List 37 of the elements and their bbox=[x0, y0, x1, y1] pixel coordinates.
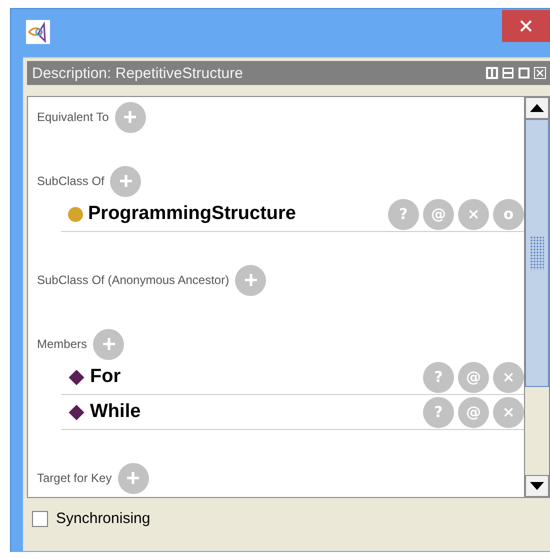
section-label: Members bbox=[37, 337, 88, 351]
panel-title: Description: RepetitiveStructure bbox=[32, 64, 244, 82]
section-label: SubClass Of (Anonymous Ancestor) bbox=[37, 273, 230, 287]
item-label[interactable]: While bbox=[90, 401, 141, 423]
scroll-down-icon[interactable] bbox=[530, 482, 544, 490]
plus-icon bbox=[123, 110, 138, 124]
checkbox-label[interactable]: Synchronising bbox=[56, 510, 150, 527]
checkbox[interactable] bbox=[32, 510, 48, 526]
help-button[interactable]: ? bbox=[388, 198, 419, 230]
delete-button[interactable]: × bbox=[493, 362, 524, 392]
split-vertical-icon[interactable] bbox=[486, 67, 498, 79]
annotate-button[interactable]: @ bbox=[423, 198, 454, 230]
close-button[interactable] bbox=[502, 10, 550, 42]
annotate-button[interactable]: @ bbox=[458, 362, 489, 392]
split-horizontal-icon[interactable] bbox=[502, 67, 514, 79]
delete-button[interactable]: × bbox=[458, 198, 489, 230]
scrollbar[interactable] bbox=[524, 97, 549, 497]
close-icon[interactable] bbox=[534, 67, 546, 79]
help-button[interactable]: ? bbox=[423, 396, 454, 428]
item-label[interactable]: For bbox=[90, 366, 121, 388]
annotate-button[interactable]: @ bbox=[458, 396, 489, 428]
section-label: SubClass Of bbox=[37, 174, 104, 188]
item-label[interactable]: ProgrammingStructure bbox=[88, 203, 296, 225]
plus-icon bbox=[118, 174, 133, 188]
section-label: Equivalent To bbox=[37, 110, 109, 124]
close-icon bbox=[519, 19, 533, 33]
plus-icon bbox=[102, 337, 116, 351]
options-button[interactable]: o bbox=[493, 198, 524, 230]
delete-button[interactable]: × bbox=[493, 396, 524, 428]
maximize-icon[interactable] bbox=[518, 67, 530, 79]
app-logo-icon bbox=[26, 20, 50, 44]
scroll-up-icon[interactable] bbox=[530, 104, 544, 112]
plus-icon bbox=[126, 471, 140, 485]
help-button[interactable]: ? bbox=[423, 362, 454, 392]
scroll-thumb[interactable] bbox=[525, 119, 549, 387]
section-label: Target for Key bbox=[37, 471, 112, 485]
plus-icon bbox=[244, 273, 258, 287]
